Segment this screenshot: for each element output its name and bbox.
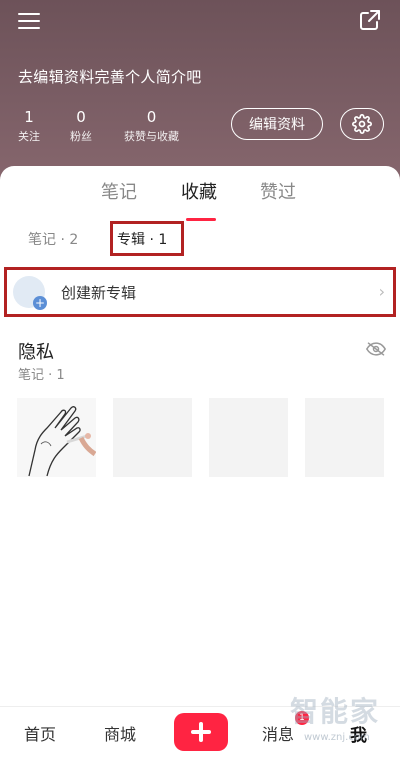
stat-following[interactable]: 1 关注	[18, 108, 40, 145]
album-thumbnail-placeholder	[209, 398, 288, 477]
tab-notes[interactable]: 笔记	[101, 178, 137, 204]
stat-following-value: 1	[24, 108, 34, 126]
create-album-button[interactable]: + 创建新专辑 ›	[4, 267, 396, 317]
menu-icon[interactable]	[18, 10, 40, 32]
publish-button[interactable]	[174, 713, 228, 751]
stat-likes-value: 0	[146, 108, 157, 126]
tab-liked[interactable]: 赞过	[260, 178, 296, 204]
stat-following-label: 关注	[18, 130, 40, 143]
settings-button[interactable]	[340, 108, 384, 140]
active-tab-indicator	[186, 218, 216, 221]
content-card: 笔记 收藏 赞过 笔记 · 2 专辑 · 1 + 创建新专辑 › 隐私 笔记 ·…	[0, 166, 400, 706]
album-title[interactable]: 隐私	[18, 338, 54, 364]
bio-prompt[interactable]: 去编辑资料完善个人简介吧	[18, 66, 202, 87]
album-thumbnail-placeholder	[305, 398, 384, 477]
album-thumbnail[interactable]	[17, 398, 96, 477]
stat-followers[interactable]: 0 粉丝	[70, 108, 92, 145]
album-thumbnail-placeholder	[113, 398, 192, 477]
album-add-icon: +	[13, 276, 47, 310]
create-album-label: 创建新专辑	[61, 284, 137, 302]
nav-me[interactable]: 我	[350, 721, 367, 746]
nav-home[interactable]: 首页	[24, 721, 56, 745]
profile-header: 去编辑资料完善个人简介吧 1 关注 0 粉丝 0 获赞与收藏 编辑资料	[0, 0, 400, 180]
plus-icon: +	[33, 296, 47, 310]
eye-hidden-icon[interactable]	[366, 342, 386, 356]
nav-mall[interactable]: 商城	[104, 721, 136, 745]
chevron-right-icon: ›	[378, 282, 385, 301]
message-badge: 1	[295, 711, 309, 725]
collection-subtabs: 笔记 · 2 专辑 · 1	[0, 223, 400, 257]
gear-icon	[352, 114, 372, 134]
share-icon[interactable]	[358, 8, 382, 32]
bottom-nav: 首页 商城 消息 1 我	[0, 706, 400, 761]
subtab-notes[interactable]: 笔记 · 2	[28, 229, 78, 249]
hand-sketch-image	[17, 398, 96, 477]
nav-messages[interactable]: 消息	[262, 721, 294, 745]
stat-likes-collects[interactable]: 0 获赞与收藏	[124, 108, 179, 145]
stat-followers-label: 粉丝	[70, 130, 92, 143]
stat-followers-value: 0	[76, 108, 86, 126]
stat-likes-label: 获赞与收藏	[124, 130, 179, 143]
album-note-count: 笔记 · 1	[18, 368, 65, 383]
edit-profile-button[interactable]: 编辑资料	[231, 108, 323, 140]
subtab-albums[interactable]: 专辑 · 1	[117, 229, 167, 249]
main-tabs: 笔记 收藏 赞过	[0, 178, 400, 221]
tab-collections[interactable]: 收藏	[181, 178, 217, 204]
